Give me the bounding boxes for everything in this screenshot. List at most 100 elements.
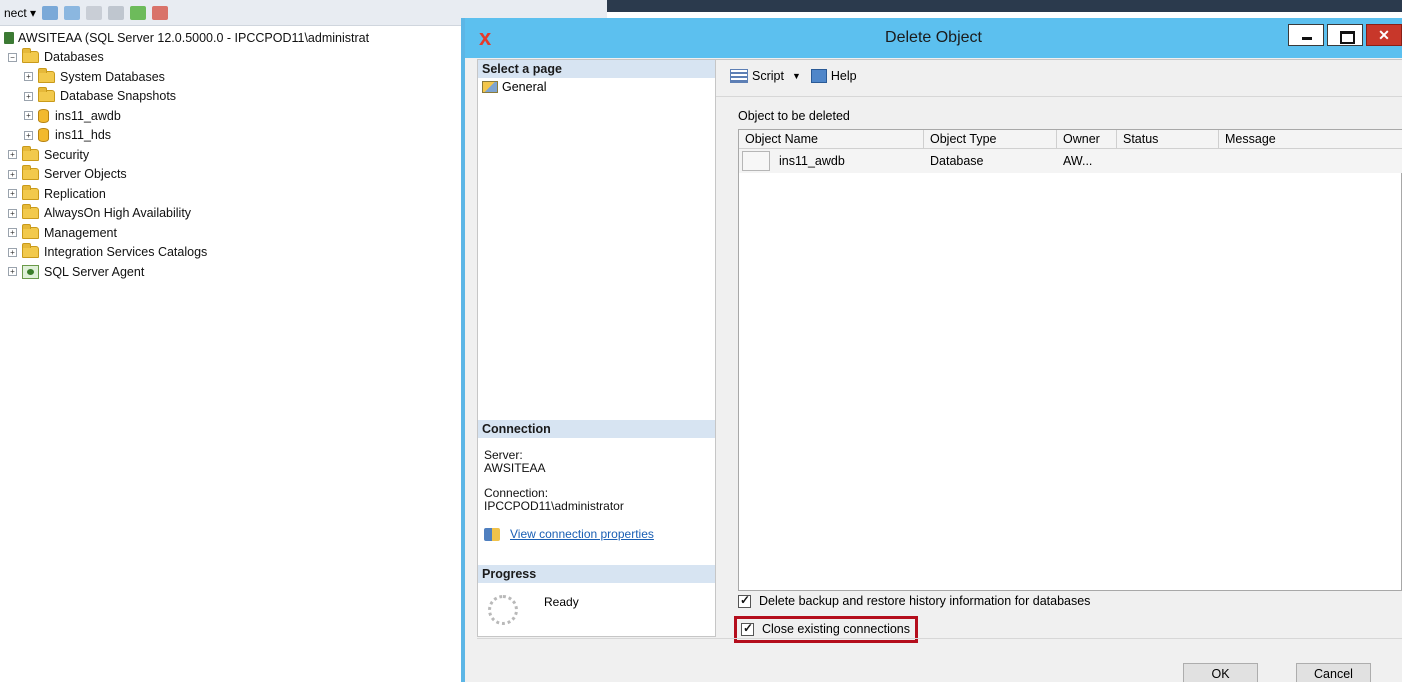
help-icon[interactable]	[810, 69, 827, 83]
tree-node[interactable]: + Database Snapshots	[4, 87, 460, 107]
tree-node-label: Replication	[44, 186, 106, 201]
folder-icon	[22, 48, 39, 64]
progress-header: Progress	[478, 565, 715, 583]
expand-icon[interactable]: +	[24, 111, 33, 121]
delete-history-checkbox[interactable]	[738, 593, 751, 608]
cell-object-name: ins11_awdb	[779, 154, 845, 168]
expand-icon[interactable]: +	[24, 91, 33, 101]
connection-header: Connection	[478, 420, 715, 438]
tree-node[interactable]: + System Databases	[4, 67, 460, 87]
tree-node[interactable]: + Server Objects	[4, 165, 460, 185]
tree-node-label: ins11_awdb	[55, 108, 121, 123]
folder-icon	[22, 165, 39, 181]
tree-node-label: Security	[44, 147, 90, 162]
folder-icon	[22, 184, 39, 200]
tree-node[interactable]: + Integration Services Catalogs	[4, 243, 460, 263]
folder-icon	[22, 145, 39, 161]
activity-monitor-icon[interactable]	[152, 5, 169, 20]
page-selector-pane: Select a page General Connection Server:…	[477, 59, 716, 637]
connect-server-icon[interactable]	[42, 5, 59, 20]
delete-history-option[interactable]: Delete backup and restore history inform…	[738, 593, 1091, 608]
maximize-button[interactable]	[1327, 24, 1363, 46]
tree-node[interactable]: + SQL Server Agent	[4, 262, 460, 282]
cancel-button[interactable]: Cancel	[1296, 663, 1371, 682]
general-page-content: Script ▼ Help Object to be deleted Objec…	[716, 59, 1402, 643]
objects-grid[interactable]: Object Name Object Type Owner Status Mes…	[738, 129, 1402, 591]
tree-node[interactable]: + Management	[4, 223, 460, 243]
close-connections-label: Close existing connections	[762, 622, 910, 636]
tree-node-label: ins11_hds	[55, 128, 112, 143]
row-selector[interactable]	[742, 151, 770, 171]
connection-value: IPCCPOD11\administrator	[484, 499, 624, 513]
sql-agent-icon	[22, 264, 39, 279]
select-page-header: Select a page	[478, 60, 715, 78]
col-message[interactable]: Message	[1219, 130, 1402, 149]
stop-icon[interactable]	[86, 5, 103, 20]
tree-node[interactable]: + AlwaysOn High Availability	[4, 204, 460, 224]
expand-icon[interactable]: +	[8, 228, 17, 238]
page-general-label: General	[502, 80, 547, 94]
close-connections-checkbox[interactable]	[741, 621, 754, 636]
dialog-toolbar: Script ▼ Help	[716, 60, 1402, 92]
tree-node-label: Database Snapshots	[60, 89, 177, 104]
tree-node-label: Server Objects	[44, 167, 127, 182]
collapse-icon[interactable]: −	[8, 52, 17, 62]
folder-icon	[38, 67, 55, 83]
minimize-button[interactable]	[1288, 24, 1324, 46]
object-explorer: nect ▾ AWSITEAA (SQL Server 12.0.5000.0 …	[0, 0, 607, 682]
connection-info: Server: AWSITEAA Connection: IPCCPOD11\a…	[484, 449, 712, 525]
close-button[interactable]: ✕	[1366, 24, 1402, 46]
dialog-title-bar[interactable]: x Delete Object ✕	[465, 18, 1402, 58]
tree-node-label: Integration Services Catalogs	[44, 245, 208, 260]
tree-node[interactable]: + Security	[4, 145, 460, 165]
folder-icon	[22, 243, 39, 259]
tree-node[interactable]: − Databases	[4, 48, 460, 68]
expand-icon[interactable]: +	[24, 130, 33, 140]
expand-icon[interactable]: +	[8, 267, 17, 277]
col-status[interactable]: Status	[1117, 130, 1219, 149]
expand-icon[interactable]: +	[8, 189, 17, 199]
script-icon[interactable]	[730, 69, 748, 83]
server-value: AWSITEAA	[484, 461, 546, 475]
ok-button[interactable]: OK	[1183, 663, 1258, 682]
server-node[interactable]: AWSITEAA (SQL Server 12.0.5000.0 - IPCCP…	[4, 28, 460, 48]
help-button[interactable]: Help	[831, 69, 857, 83]
script-button[interactable]: Script	[752, 69, 784, 83]
database-icon	[38, 108, 49, 123]
database-icon	[38, 128, 49, 143]
table-row[interactable]: ins11_awdb Database AW...	[739, 149, 1402, 173]
server-node-label: AWSITEAA (SQL Server 12.0.5000.0 - IPCCP…	[18, 30, 370, 45]
expand-icon[interactable]: +	[24, 72, 33, 82]
tree-node-label: Management	[44, 225, 117, 240]
refresh-icon[interactable]	[130, 5, 147, 20]
connect-dropdown[interactable]: nect ▾	[4, 6, 36, 20]
col-owner[interactable]: Owner	[1057, 130, 1117, 149]
filter-icon[interactable]	[108, 5, 125, 20]
expand-icon[interactable]: +	[8, 208, 17, 218]
view-connection-properties-link[interactable]: View connection properties	[510, 527, 654, 541]
server-icon	[4, 31, 14, 44]
tree-node[interactable]: + ins11_hds	[4, 126, 460, 146]
disconnect-icon[interactable]	[64, 5, 81, 20]
expand-icon[interactable]: +	[8, 150, 17, 160]
toolbar-divider	[716, 96, 1402, 97]
tree-node[interactable]: + ins11_awdb	[4, 106, 460, 126]
expand-icon[interactable]: +	[8, 247, 17, 257]
tree-node[interactable]: + Replication	[4, 184, 460, 204]
page-general[interactable]: General	[482, 78, 546, 96]
script-dropdown-icon[interactable]: ▼	[792, 71, 801, 81]
col-object-type[interactable]: Object Type	[924, 130, 1057, 149]
progress-status: Ready	[544, 595, 579, 609]
folder-icon	[22, 223, 39, 239]
background-window-strip	[607, 0, 1402, 12]
object-explorer-tree: AWSITEAA (SQL Server 12.0.5000.0 - IPCCP…	[4, 28, 460, 282]
delete-object-dialog: x Delete Object ✕ Select a page General …	[461, 18, 1402, 682]
col-object-name[interactable]: Object Name	[739, 130, 924, 149]
progress-spinner-icon	[488, 595, 518, 625]
view-connection-properties: View connection properties	[484, 527, 654, 541]
tree-node-label: Databases	[44, 50, 104, 65]
close-icon: ✕	[1378, 27, 1390, 43]
delete-history-label: Delete backup and restore history inform…	[759, 594, 1091, 608]
footer-divider	[477, 638, 1402, 639]
expand-icon[interactable]: +	[8, 169, 17, 179]
